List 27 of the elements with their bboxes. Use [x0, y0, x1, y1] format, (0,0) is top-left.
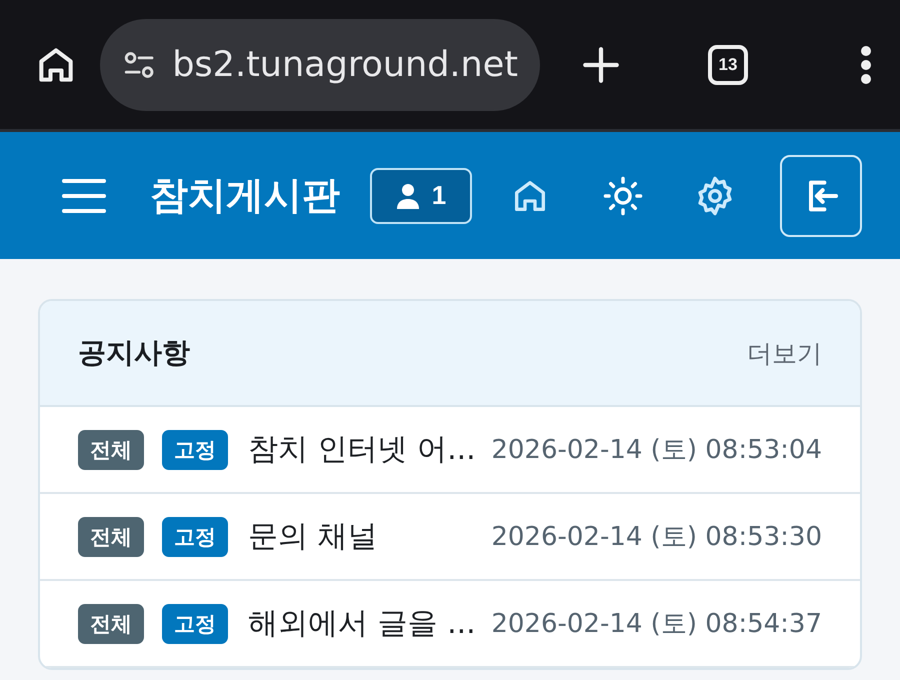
- card-title: 공지사항: [78, 335, 190, 371]
- pinned-badge: 고정: [162, 430, 228, 470]
- notice-title-link[interactable]: 문의 채널: [248, 516, 378, 557]
- sun-icon: [602, 174, 644, 216]
- notice-title-link[interactable]: 참치 인터넷 어...: [248, 429, 476, 470]
- address-bar[interactable]: bs2.tunaground.net: [100, 18, 540, 110]
- person-icon: [396, 182, 420, 208]
- post-date: 2026-02-14 (토) 08:54:37: [491, 608, 822, 641]
- site-title: 참치게시판: [150, 172, 340, 219]
- more-vertical-icon: [860, 44, 872, 84]
- post-date: 2026-02-14 (토) 08:53:30: [491, 521, 822, 554]
- url-text: bs2.tunaground.net: [172, 44, 518, 84]
- post-date: 2026-02-14 (토) 08:53:04: [491, 434, 822, 467]
- theme-button[interactable]: [602, 174, 644, 216]
- menu-button[interactable]: [860, 44, 872, 84]
- pinned-badge: 고정: [162, 604, 228, 644]
- menu-icon: [62, 178, 106, 214]
- category-badge: 전체: [78, 604, 144, 644]
- pinned-badge: 고정: [162, 516, 228, 556]
- online-users-button[interactable]: 1: [370, 168, 472, 224]
- more-link[interactable]: 더보기: [747, 336, 822, 370]
- login-button[interactable]: [780, 154, 862, 236]
- tune-icon: [122, 50, 156, 80]
- category-badge: 전체: [78, 516, 144, 556]
- tab-count-button[interactable]: 13: [708, 44, 748, 84]
- category-badge: 전체: [78, 430, 144, 470]
- notice-title-link[interactable]: 해외에서 글을 ...: [248, 603, 476, 644]
